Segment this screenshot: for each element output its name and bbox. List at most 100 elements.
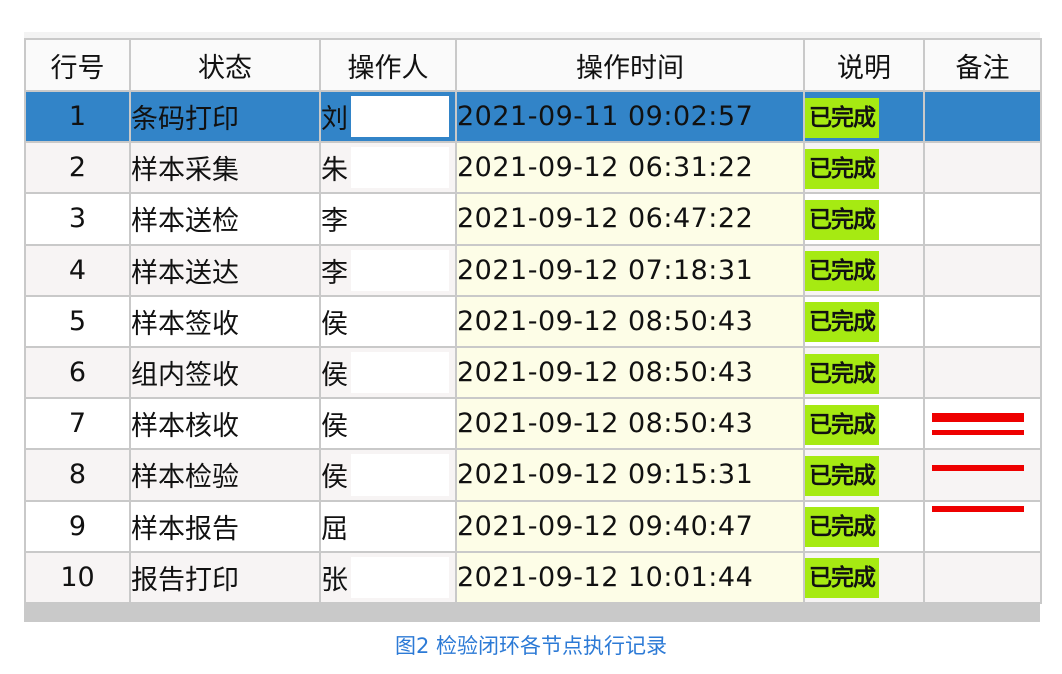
cell-note[interactable]: [923, 550, 1042, 604]
cell-description[interactable]: 已完成: [803, 448, 925, 502]
header-row: 行号 状态 操作人 操作时间 说明 备注: [24, 38, 1042, 92]
cell-status[interactable]: 样本送达: [129, 243, 321, 297]
col-header-note[interactable]: 备注: [923, 38, 1042, 92]
operator-name: 屈: [321, 513, 348, 545]
table-row[interactable]: 8 样本检验侯 2021-09-12 09:15:31 已完成: [24, 448, 1042, 502]
cell-description[interactable]: 已完成: [803, 243, 925, 297]
cell-operation-time[interactable]: 2021-09-12 09:15:31: [455, 448, 805, 502]
cell-note[interactable]: [923, 89, 1042, 144]
cell-description[interactable]: 已完成: [803, 345, 925, 400]
cell-row-number[interactable]: 2: [24, 141, 131, 195]
cell-description[interactable]: 已完成: [803, 294, 925, 348]
operator-name: 侯: [321, 308, 348, 340]
cell-description[interactable]: 已完成: [803, 192, 925, 246]
cell-row-number[interactable]: 1: [24, 89, 131, 144]
cell-operation-time[interactable]: 2021-09-12 06:47:22: [455, 192, 805, 246]
cell-operation-time[interactable]: 2021-09-12 06:31:22: [455, 141, 805, 195]
cell-operation-time[interactable]: 2021-09-12 08:50:43: [455, 294, 805, 348]
status-badge: 已完成: [806, 251, 879, 292]
cell-operator[interactable]: 屈: [319, 499, 457, 553]
redaction-mask: [351, 249, 449, 291]
cell-description[interactable]: 已完成: [803, 550, 925, 604]
node-record-table: 行号 状态 操作人 操作时间 说明 备注 1 条码打印刘 2021-09-11 09…: [24, 38, 1042, 604]
table-row[interactable]: 1 条码打印刘 2021-09-11 09:02:57 已完成: [24, 89, 1042, 144]
cell-operator[interactable]: 刘: [319, 89, 457, 144]
redaction-mask: [351, 454, 449, 496]
cell-note[interactable]: [923, 192, 1042, 246]
cell-operation-time[interactable]: 2021-09-12 09:40:47: [455, 499, 805, 553]
status-badge: 已完成: [806, 455, 879, 496]
cell-operator[interactable]: 李: [319, 243, 457, 297]
table-row[interactable]: 7 样本核收侯 2021-09-12 08:50:43 已完成: [24, 397, 1042, 451]
status-badge: 已完成: [806, 302, 879, 343]
cell-operation-time[interactable]: 2021-09-12 08:50:43: [455, 345, 805, 400]
cell-status[interactable]: 样本核收: [129, 397, 321, 451]
cell-row-number[interactable]: 10: [24, 550, 131, 604]
table-row[interactable]: 9 样本报告屈 2021-09-12 09:40:47 已完成: [24, 499, 1042, 553]
status-badge: 已完成: [806, 404, 879, 445]
operator-name: 张: [321, 564, 348, 596]
table-row[interactable]: 4 样本送达李 2021-09-12 07:18:31 已完成: [24, 243, 1042, 297]
cell-row-number[interactable]: 7: [24, 397, 131, 451]
cell-status[interactable]: 样本报告: [129, 499, 321, 553]
cell-operator[interactable]: 侯: [319, 448, 457, 502]
operator-name: 刘: [321, 104, 348, 136]
cell-operator[interactable]: 侯: [319, 345, 457, 400]
status-badge: 已完成: [806, 507, 879, 548]
table-row[interactable]: 2 样本采集朱 2021-09-12 06:31:22 已完成: [24, 141, 1042, 195]
cell-description[interactable]: 已完成: [803, 397, 925, 451]
cell-operation-time[interactable]: 2021-09-12 08:50:43: [455, 397, 805, 451]
status-badge: 已完成: [806, 97, 879, 138]
cell-note[interactable]: [923, 141, 1042, 195]
cell-status[interactable]: 样本采集: [129, 141, 321, 195]
cell-operation-time[interactable]: 2021-09-11 09:02:57: [455, 89, 805, 144]
cell-description[interactable]: 已完成: [803, 89, 925, 144]
cell-note[interactable]: [923, 345, 1042, 400]
cell-status[interactable]: 样本送检: [129, 192, 321, 246]
figure-caption: 图2 检验闭环各节点执行记录: [394, 634, 668, 658]
cell-note[interactable]: [923, 294, 1042, 348]
cell-status[interactable]: 样本签收: [129, 294, 321, 348]
cell-row-number[interactable]: 8: [24, 448, 131, 502]
cell-description[interactable]: 已完成: [803, 141, 925, 195]
cell-operation-time[interactable]: 2021-09-12 10:01:44: [455, 550, 805, 604]
table-row[interactable]: 5 样本签收侯 2021-09-12 08:50:43 已完成: [24, 294, 1042, 348]
cell-description[interactable]: 已完成: [803, 499, 925, 553]
cell-operator[interactable]: 侯: [319, 397, 457, 451]
cell-operator[interactable]: 李: [319, 192, 457, 246]
cell-note[interactable]: [923, 243, 1042, 297]
cell-row-number[interactable]: 5: [24, 294, 131, 348]
redaction-mark: [932, 430, 1024, 435]
cell-row-number[interactable]: 6: [24, 345, 131, 400]
cell-status[interactable]: 样本检验: [129, 448, 321, 502]
operator-name: 侯: [321, 462, 348, 494]
cell-note[interactable]: [923, 448, 1042, 502]
cell-row-number[interactable]: 3: [24, 192, 131, 246]
col-header-row-number[interactable]: 行号: [24, 38, 131, 92]
cell-operation-time[interactable]: 2021-09-12 07:18:31: [455, 243, 805, 297]
status-badge: 已完成: [806, 199, 879, 240]
redaction-mask: [351, 505, 449, 547]
operator-name: 朱: [321, 155, 348, 187]
col-header-operation-time[interactable]: 操作时间: [455, 38, 805, 92]
col-header-status[interactable]: 状态: [129, 38, 321, 92]
cell-operator[interactable]: 侯: [319, 294, 457, 348]
cell-row-number[interactable]: 9: [24, 499, 131, 553]
cell-note[interactable]: [923, 397, 1042, 451]
table-row[interactable]: 6 组内签收侯 2021-09-12 08:50:43 已完成: [24, 345, 1042, 400]
operator-name: 侯: [321, 411, 348, 443]
cell-row-number[interactable]: 4: [24, 243, 131, 297]
cell-status[interactable]: 组内签收: [129, 345, 321, 400]
operator-name: 侯: [321, 360, 348, 392]
operator-name: 李: [321, 257, 348, 289]
col-header-operator[interactable]: 操作人: [319, 38, 457, 92]
col-header-description[interactable]: 说明: [803, 38, 925, 92]
cell-status[interactable]: 条码打印: [129, 89, 321, 144]
redaction-mark: [932, 506, 1024, 512]
operator-name: 李: [321, 206, 348, 238]
cell-operator[interactable]: 张: [319, 550, 457, 604]
cell-status[interactable]: 报告打印: [129, 550, 321, 604]
cell-operator[interactable]: 朱: [319, 141, 457, 195]
table-row[interactable]: 10 报告打印张 2021-09-12 10:01:44 已完成: [24, 550, 1042, 604]
table-row[interactable]: 3 样本送检李 2021-09-12 06:47:22 已完成: [24, 192, 1042, 246]
